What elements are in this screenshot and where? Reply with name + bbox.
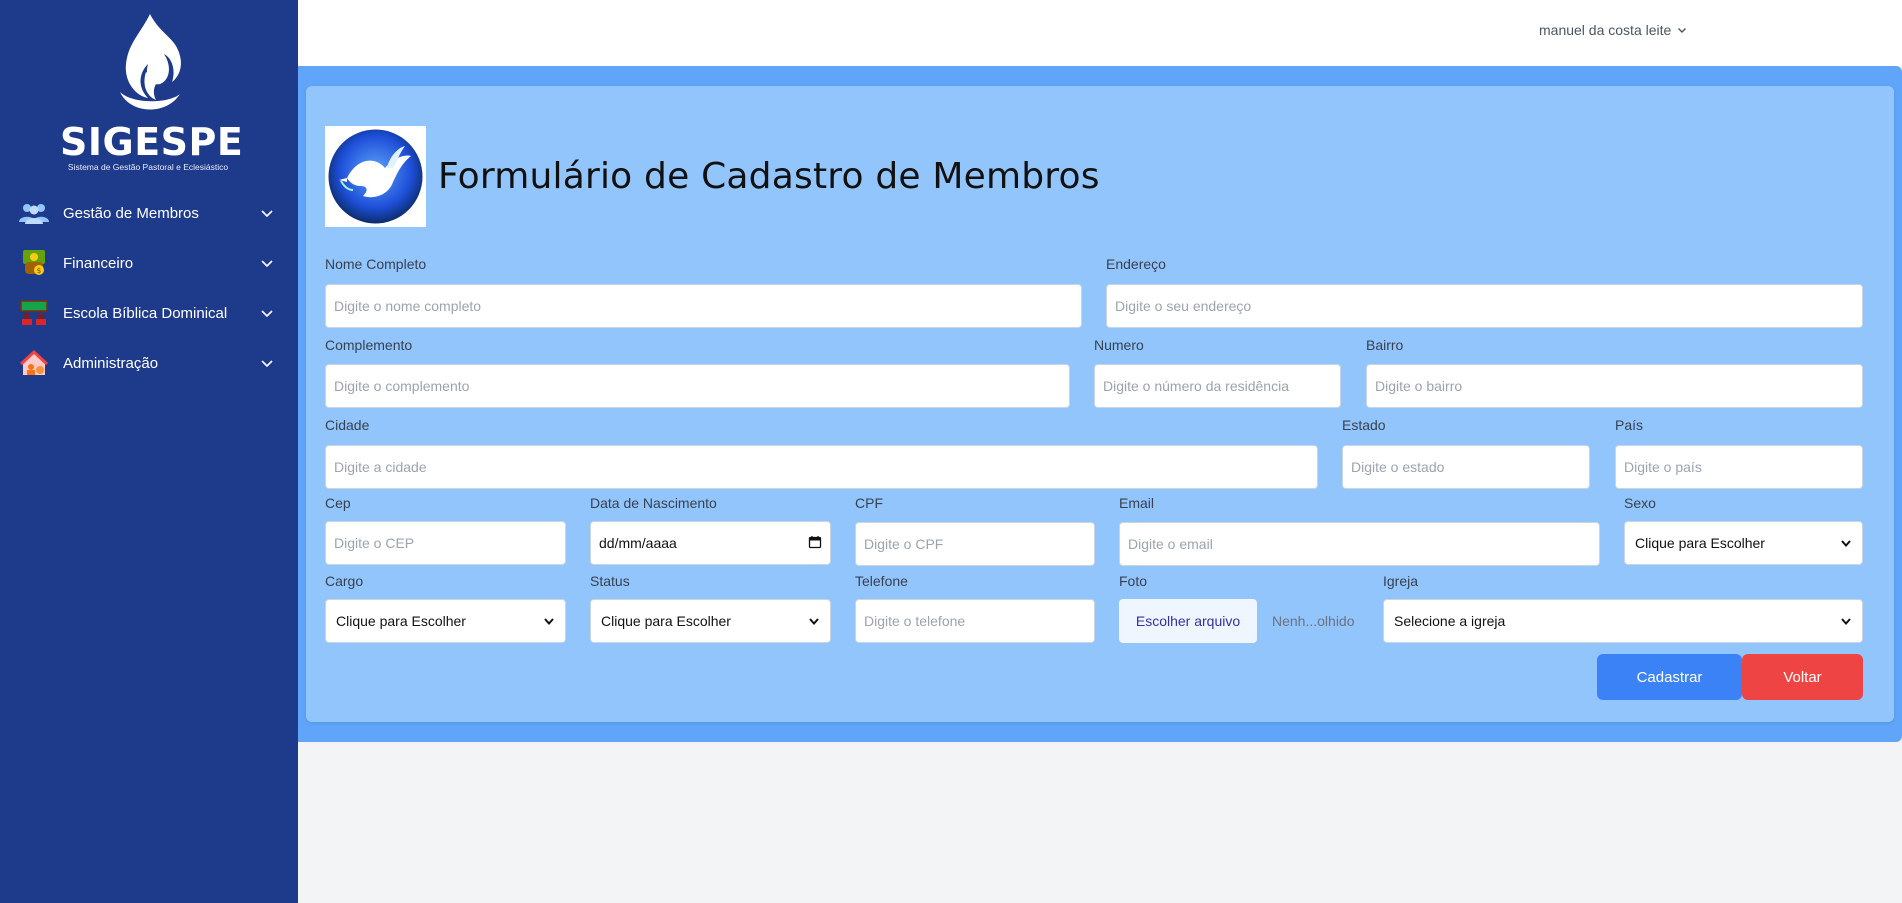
sidebar-item-label: Escola Bíblica Dominical bbox=[63, 304, 228, 322]
estado-label: Estado bbox=[1342, 417, 1386, 433]
user-menu[interactable]: manuel da costa leite bbox=[1539, 22, 1687, 38]
complemento-label: Complemento bbox=[325, 337, 413, 353]
chevron-down-icon bbox=[1677, 25, 1687, 35]
foto-label: Foto bbox=[1119, 573, 1148, 589]
nome-input[interactable] bbox=[325, 284, 1082, 328]
pais-label: País bbox=[1615, 417, 1644, 433]
complemento-input[interactable] bbox=[325, 364, 1070, 408]
status-select[interactable]: Clique para Escolher bbox=[590, 599, 831, 643]
estado-input[interactable] bbox=[1342, 445, 1590, 489]
sidebar-item-escola-biblica[interactable]: Escola Bíblica Dominical bbox=[0, 288, 298, 338]
status-selected: Clique para Escolher bbox=[601, 613, 731, 629]
sidebar-item-label: Financeiro bbox=[63, 254, 134, 272]
cadastrar-button[interactable]: Cadastrar bbox=[1597, 654, 1742, 700]
chevron-down-icon bbox=[260, 356, 274, 370]
calendar-icon[interactable] bbox=[808, 535, 822, 552]
nascimento-date-input[interactable]: dd/mm/aaaa bbox=[590, 521, 831, 565]
sidebar-item-gestao-membros[interactable]: Gestão de Membros bbox=[0, 188, 298, 238]
cargo-label: Cargo bbox=[325, 573, 364, 589]
money-icon: $ bbox=[18, 247, 50, 279]
endereco-input[interactable] bbox=[1106, 284, 1863, 328]
dove-logo bbox=[325, 126, 426, 227]
file-status-text: Nenh...olhido bbox=[1272, 613, 1355, 629]
telefone-input[interactable] bbox=[855, 599, 1095, 643]
igreja-label: Igreja bbox=[1383, 573, 1419, 589]
chevron-down-icon bbox=[543, 615, 555, 627]
bairro-label: Bairro bbox=[1366, 337, 1404, 353]
sidebar: SIGESPE Sistema de Gestão Pastoral e Ecl… bbox=[0, 0, 298, 903]
numero-input[interactable] bbox=[1094, 364, 1341, 408]
voltar-button[interactable]: Voltar bbox=[1742, 654, 1863, 700]
email-label: Email bbox=[1119, 495, 1155, 511]
top-bar: manuel da costa leite bbox=[298, 0, 1902, 66]
nome-label: Nome Completo bbox=[325, 256, 427, 272]
house-admin-icon bbox=[18, 347, 50, 379]
brand-name: SIGESPE bbox=[60, 120, 244, 164]
people-icon bbox=[18, 197, 50, 229]
choose-file-button[interactable]: Escolher arquivo bbox=[1119, 599, 1257, 643]
bairro-input[interactable] bbox=[1366, 364, 1863, 408]
sidebar-item-label: Administração bbox=[63, 354, 159, 372]
sexo-select[interactable]: Clique para Escolher bbox=[1624, 521, 1863, 565]
igreja-select[interactable]: Selecione a igreja bbox=[1383, 599, 1863, 643]
nascimento-label: Data de Nascimento bbox=[590, 495, 717, 511]
sidebar-item-label: Gestão de Membros bbox=[63, 204, 199, 222]
cep-input[interactable] bbox=[325, 521, 566, 565]
pais-input[interactable] bbox=[1615, 445, 1863, 489]
brand-subtitle: Sistema de Gestão Pastoral e Eclesiástic… bbox=[67, 162, 229, 172]
main-content: Formulário de Cadastro de Membros Nome C… bbox=[298, 66, 1902, 742]
cpf-input[interactable] bbox=[855, 522, 1095, 566]
sexo-label: Sexo bbox=[1624, 495, 1656, 511]
email-input[interactable] bbox=[1119, 522, 1600, 566]
cpf-label: CPF bbox=[855, 495, 883, 511]
chevron-down-icon bbox=[1840, 615, 1852, 627]
cidade-input[interactable] bbox=[325, 445, 1318, 489]
numero-label: Numero bbox=[1094, 337, 1144, 353]
cep-label: Cep bbox=[325, 495, 351, 511]
classroom-icon bbox=[18, 297, 50, 329]
telefone-label: Telefone bbox=[855, 573, 908, 589]
chevron-down-icon bbox=[808, 615, 820, 627]
igreja-selected: Selecione a igreja bbox=[1394, 613, 1506, 629]
sidebar-item-administracao[interactable]: Administração bbox=[0, 338, 298, 388]
sidebar-menu: Gestão de Membros $ Financeiro Escola Bí… bbox=[0, 188, 298, 388]
date-value: dd/mm/aaaa bbox=[599, 535, 677, 551]
dove-icon bbox=[328, 129, 423, 224]
cargo-select[interactable]: Clique para Escolher bbox=[325, 599, 566, 643]
sigespe-logo: SIGESPE Sistema de Gestão Pastoral e Ecl… bbox=[60, 12, 244, 172]
chevron-down-icon bbox=[260, 256, 274, 270]
chevron-down-icon bbox=[1840, 537, 1852, 549]
chevron-down-icon bbox=[260, 306, 274, 320]
user-name: manuel da costa leite bbox=[1539, 22, 1672, 38]
sexo-selected: Clique para Escolher bbox=[1635, 535, 1765, 551]
sidebar-item-financeiro[interactable]: $ Financeiro bbox=[0, 238, 298, 288]
cidade-label: Cidade bbox=[325, 417, 370, 433]
endereco-label: Endereço bbox=[1106, 256, 1166, 272]
member-form-card: Formulário de Cadastro de Membros Nome C… bbox=[306, 86, 1894, 722]
svg-text:$: $ bbox=[37, 267, 41, 275]
cargo-selected: Clique para Escolher bbox=[336, 613, 466, 629]
chevron-down-icon bbox=[260, 206, 274, 220]
flame-logo-icon bbox=[120, 14, 181, 110]
status-label: Status bbox=[590, 573, 630, 589]
page-title: Formulário de Cadastro de Membros bbox=[438, 156, 1100, 197]
